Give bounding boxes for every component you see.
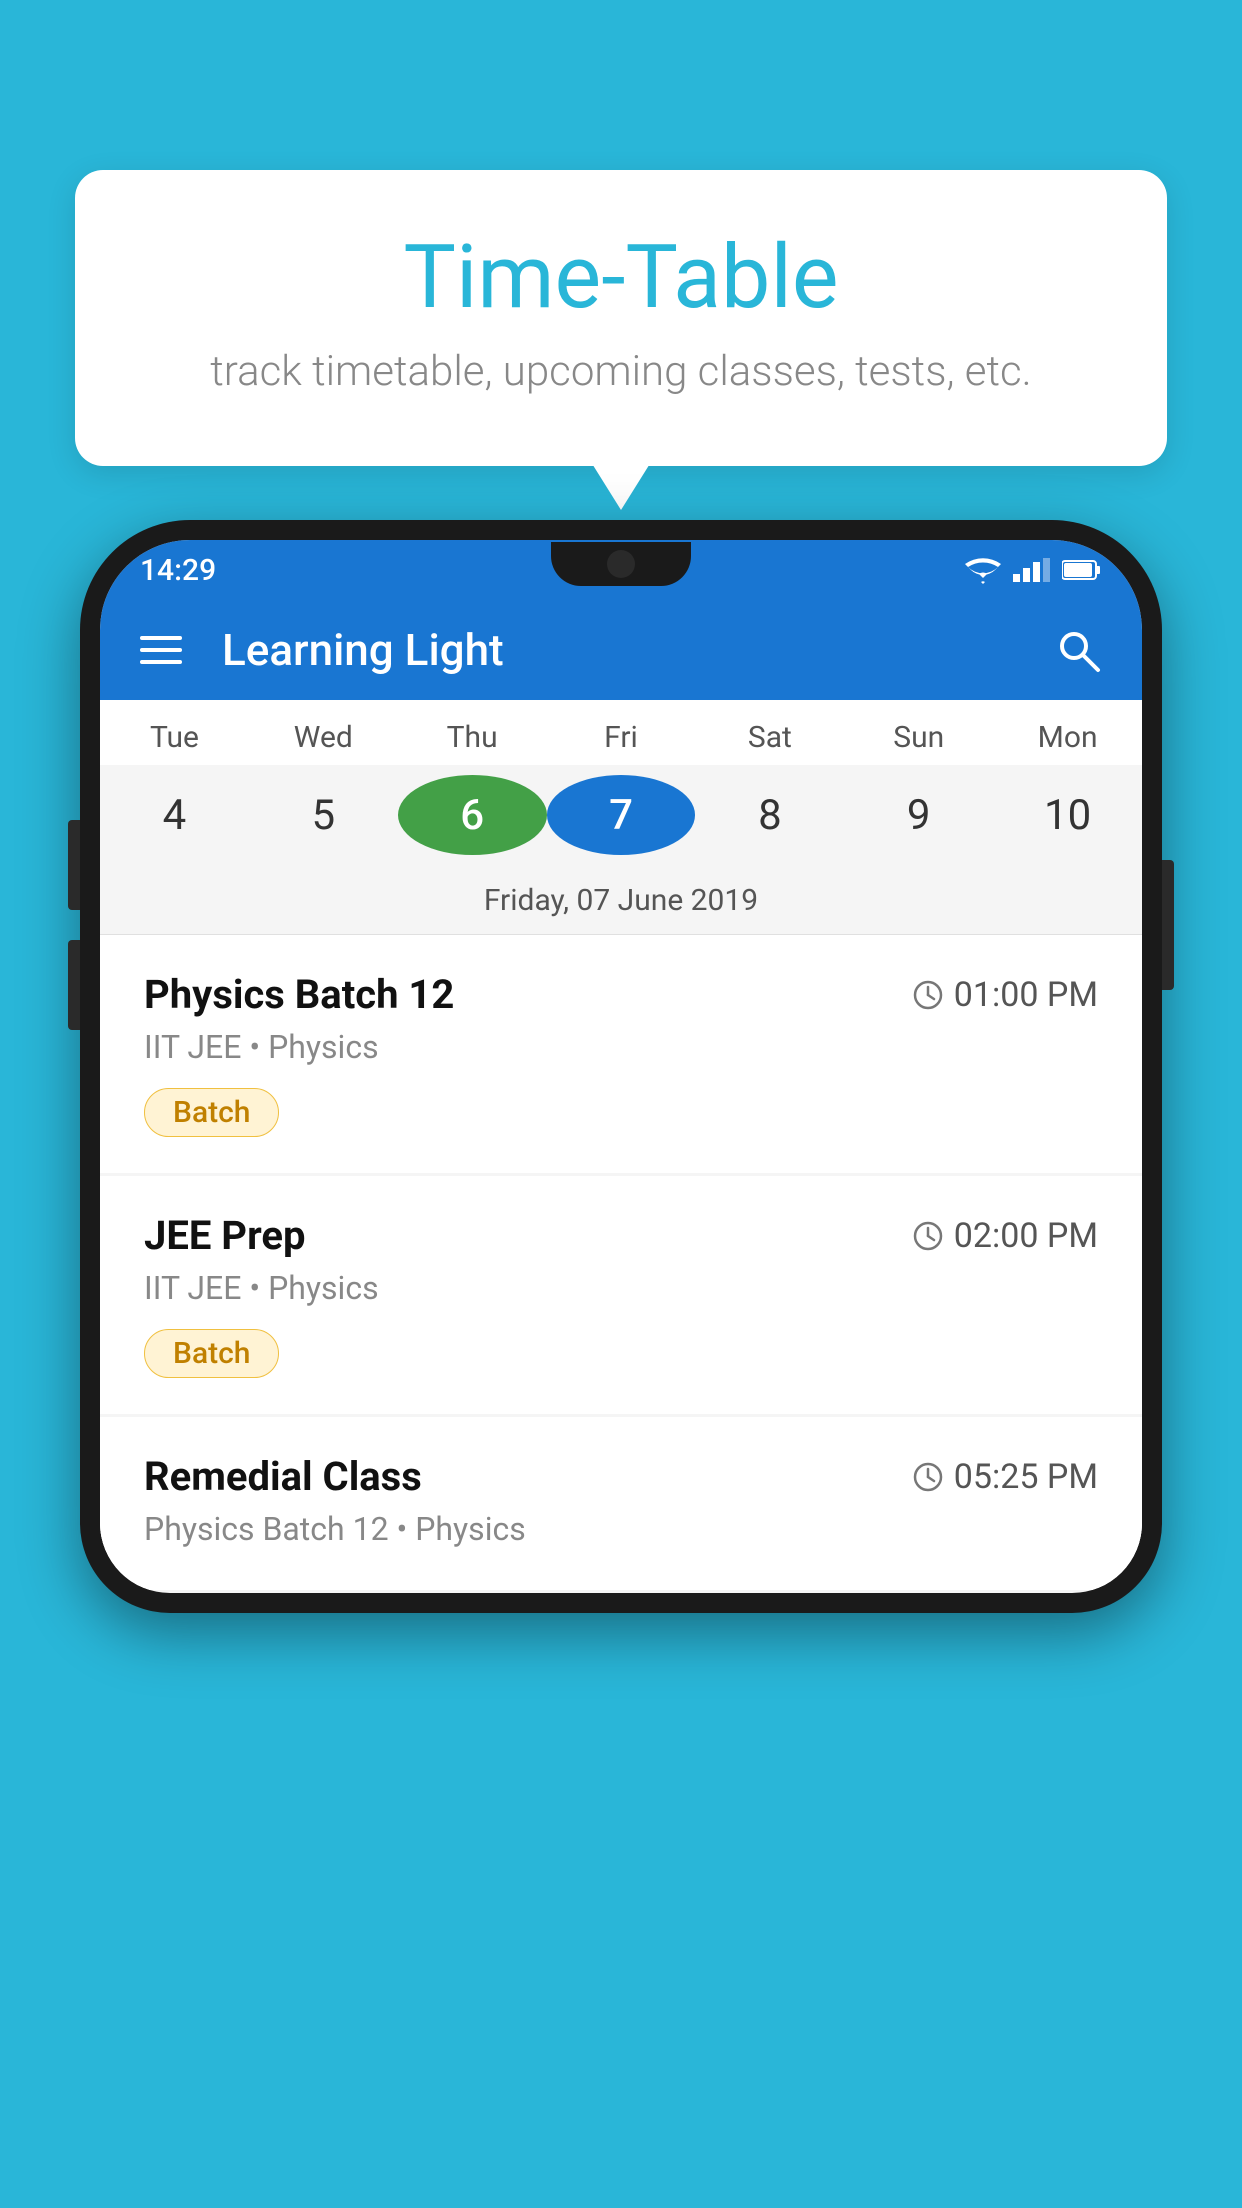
class-time-text-3: 05:25 PM: [954, 1457, 1098, 1497]
app-bar: Learning Light: [100, 600, 1142, 700]
class-meta: IIT JEE • Physics: [144, 1028, 1098, 1066]
day-name-tue: Tue: [100, 720, 249, 755]
class-time-2: 02:00 PM: [912, 1216, 1098, 1256]
volume-up-button[interactable]: [68, 820, 80, 910]
batch-badge-2: Batch: [144, 1329, 279, 1378]
app-title: Learning Light: [222, 624, 1024, 676]
day-10[interactable]: 10: [993, 775, 1142, 855]
tooltip-subtitle: track timetable, upcoming classes, tests…: [145, 347, 1097, 396]
day-name-fri: Fri: [547, 720, 696, 755]
class-card-physics-batch-12[interactable]: Physics Batch 12 01:00 PM IIT JEE • Phys…: [100, 935, 1142, 1173]
day-names-row: Tue Wed Thu Fri Sat Sun Mon: [100, 700, 1142, 765]
wifi-icon: [965, 556, 1001, 584]
clock-icon-2: [912, 1220, 944, 1252]
class-meta-2: IIT JEE • Physics: [144, 1269, 1098, 1307]
status-time: 14:29: [140, 553, 216, 588]
status-icons: [965, 556, 1102, 584]
class-time-text: 01:00 PM: [954, 975, 1098, 1015]
class-name-3: Remedial Class: [144, 1453, 422, 1500]
volume-down-button[interactable]: [68, 940, 80, 1030]
phone-outer: 14:29: [80, 520, 1162, 1613]
day-8[interactable]: 8: [695, 775, 844, 855]
class-card-remedial[interactable]: Remedial Class 05:25 PM Physics Batch 12…: [100, 1417, 1142, 1590]
day-name-sun: Sun: [844, 720, 993, 755]
day-name-wed: Wed: [249, 720, 398, 755]
class-card-header-2: JEE Prep 02:00 PM: [144, 1212, 1098, 1259]
day-name-thu: Thu: [398, 720, 547, 755]
class-time: 01:00 PM: [912, 975, 1098, 1015]
class-list: Physics Batch 12 01:00 PM IIT JEE • Phys…: [100, 935, 1142, 1590]
day-name-mon: Mon: [993, 720, 1142, 755]
class-name-2: JEE Prep: [144, 1212, 305, 1259]
class-name: Physics Batch 12: [144, 971, 454, 1018]
day-numbers-row: 4 5 6 7 8 9 10: [100, 765, 1142, 871]
power-button[interactable]: [1162, 860, 1174, 990]
class-card-header-3: Remedial Class 05:25 PM: [144, 1453, 1098, 1500]
battery-icon: [1062, 559, 1102, 581]
calendar-header: Tue Wed Thu Fri Sat Sun Mon 4 5 6 7: [100, 700, 1142, 935]
clock-icon-3: [912, 1461, 944, 1493]
signal-icon: [1013, 558, 1050, 582]
phone-screen: 14:29: [100, 540, 1142, 1593]
day-6[interactable]: 6: [398, 775, 547, 855]
search-icon[interactable]: [1054, 626, 1102, 674]
clock-icon: [912, 979, 944, 1011]
day-name-sat: Sat: [695, 720, 844, 755]
day-4[interactable]: 4: [100, 775, 249, 855]
class-card-jee-prep[interactable]: JEE Prep 02:00 PM IIT JEE • Physics Batc…: [100, 1176, 1142, 1414]
hamburger-menu-button[interactable]: [140, 636, 182, 664]
front-camera: [607, 550, 635, 578]
batch-badge: Batch: [144, 1088, 279, 1137]
day-5[interactable]: 5: [249, 775, 398, 855]
phone-mockup: 14:29: [80, 520, 1162, 2208]
class-card-header: Physics Batch 12 01:00 PM: [144, 971, 1098, 1018]
tooltip-card: Time-Table track timetable, upcoming cla…: [75, 170, 1167, 466]
class-meta-3: Physics Batch 12 • Physics: [144, 1510, 1098, 1548]
day-7[interactable]: 7: [547, 775, 696, 855]
class-time-3: 05:25 PM: [912, 1457, 1098, 1497]
class-time-text-2: 02:00 PM: [954, 1216, 1098, 1256]
selected-date-label: Friday, 07 June 2019: [100, 871, 1142, 934]
tooltip-title: Time-Table: [145, 230, 1097, 327]
phone-notch: [551, 542, 691, 586]
day-9[interactable]: 9: [844, 775, 993, 855]
